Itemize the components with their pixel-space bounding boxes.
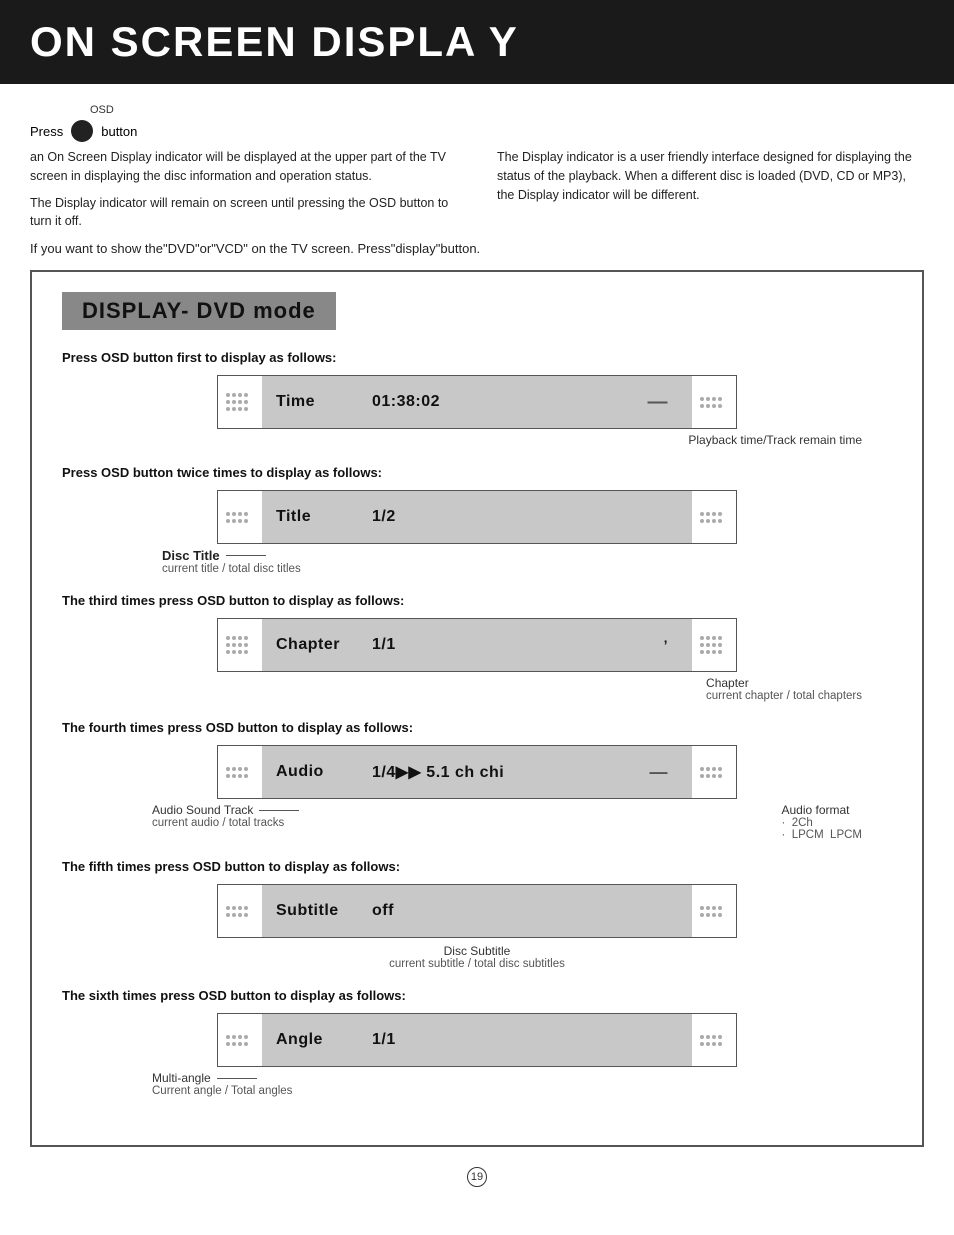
if-you-want: If you want to show the"DVD"or"VCD" on t…	[30, 241, 924, 256]
screen-left-dots-subtitle	[218, 900, 262, 923]
angle-label: Angle	[276, 1031, 356, 1049]
title-screen-center: Title 1/2	[262, 491, 692, 543]
audio-label: Audio	[276, 763, 356, 781]
title-display-screen: Title 1/2	[217, 490, 737, 544]
time-arrow-icon: —	[648, 391, 669, 414]
title-annotation: Disc Title	[162, 548, 892, 563]
title-value: 1/2	[372, 508, 396, 526]
button-text: button	[101, 124, 137, 139]
display-dvd-box: DISPLAY- DVD mode Press OSD button first…	[30, 270, 924, 1147]
multi-angle-text: Multi-angle	[152, 1071, 211, 1085]
display-dvd-header: DISPLAY- DVD mode	[62, 292, 336, 330]
screen-right-dots-time	[692, 391, 736, 414]
time-value: 01:38:02	[372, 393, 440, 411]
subtitle-instruction: The fifth times press OSD button to disp…	[62, 859, 892, 874]
subtitle-annotation-main: Disc Subtitle	[389, 944, 565, 958]
angle-instruction: The sixth times press OSD button to disp…	[62, 988, 892, 1003]
intro-right-para1: The Display indicator is a user friendly…	[497, 148, 924, 204]
page-header: ON SCREEN DISPLA Y	[0, 0, 954, 84]
subtitle-annotation-sub: current subtitle / total disc subtitles	[389, 958, 565, 970]
audio-format-label: Audio format	[781, 803, 862, 817]
subtitle-screen-center: Subtitle off	[262, 885, 692, 937]
angle-annotation: Multi-angle Current angle / Total angles	[152, 1071, 892, 1097]
chapter-annotation: Chapter current chapter / total chapters	[62, 676, 862, 702]
audio-display-screen: Audio 1/4▶▶ 5.1 ch chi —	[217, 745, 737, 799]
intro-right: The Display indicator is a user friendly…	[497, 148, 924, 231]
page-title: ON SCREEN DISPLA Y	[30, 18, 924, 66]
page-number-area: 19	[30, 1167, 924, 1187]
audio-dash-icon: —	[650, 762, 669, 783]
audio-annotations: Audio Sound Track current audio / total …	[152, 803, 862, 841]
chapter-value: 1/1	[372, 636, 396, 654]
title-label: Title	[276, 508, 356, 526]
subtitle-display-screen: Subtitle off	[217, 884, 737, 938]
osd-section-angle: The sixth times press OSD button to disp…	[62, 988, 892, 1097]
osd-button-icon	[71, 120, 93, 142]
subtitle-label: Subtitle	[276, 902, 356, 920]
audio-value: 1/4▶▶ 5.1 ch chi	[372, 762, 504, 782]
osd-label: OSD	[90, 104, 924, 116]
audio-sound-track-label: Audio Sound Track	[152, 803, 299, 817]
audio-screen-center: Audio 1/4▶▶ 5.1 ch chi —	[262, 746, 692, 798]
angle-main-label: Multi-angle	[152, 1071, 892, 1085]
chapter-annotation-sub: current chapter / total chapters	[706, 690, 862, 702]
screen-left-dots-audio	[218, 761, 262, 784]
angle-value: 1/1	[372, 1031, 396, 1049]
audio-instruction: The fourth times press OSD button to dis…	[62, 720, 892, 735]
angle-sub-label: Current angle / Total angles	[152, 1085, 892, 1097]
disc-title-sub: current title / total disc titles	[162, 563, 892, 575]
screen-right-dots-audio	[692, 761, 736, 784]
intro-left-para1: an On Screen Display indicator will be d…	[30, 148, 457, 186]
chapter-instruction: The third times press OSD button to disp…	[62, 593, 892, 608]
screen-right-dots-chapter	[692, 630, 736, 660]
audio-format-values: · 2Ch · LPCM LPCM	[781, 817, 862, 841]
audio-track-dash	[259, 810, 299, 811]
disc-title-dash	[226, 555, 266, 556]
screen-left-dots-time	[218, 387, 262, 417]
title-instruction: Press OSD button twice times to display …	[62, 465, 892, 480]
screen-right-dots-title	[692, 506, 736, 529]
osd-section-audio: The fourth times press OSD button to dis…	[62, 720, 892, 841]
angle-display-screen: Angle 1/1	[217, 1013, 737, 1067]
angle-screen-center: Angle 1/1	[262, 1014, 692, 1066]
osd-section-subtitle: The fifth times press OSD button to disp…	[62, 859, 892, 970]
chapter-screen-center: Chapter 1/1 ’	[262, 619, 692, 671]
time-instruction: Press OSD button first to display as fol…	[62, 350, 892, 365]
press-text: Press	[30, 124, 63, 139]
press-row: Press button	[30, 120, 924, 142]
audio-format-block: Audio format · 2Ch · LPCM LPCM	[781, 803, 862, 841]
audio-track-sub: current audio / total tracks	[152, 817, 299, 829]
screen-left-dots-angle	[218, 1029, 262, 1052]
time-annotation: Playback time/Track remain time	[62, 433, 862, 447]
chapter-display-screen: Chapter 1/1 ’	[217, 618, 737, 672]
multi-angle-dash	[217, 1078, 257, 1079]
chapter-paren-icon: ’	[664, 637, 668, 653]
audio-track-text: Audio Sound Track	[152, 803, 253, 817]
screen-left-dots-chapter	[218, 630, 262, 660]
subtitle-value: off	[372, 902, 394, 920]
subtitle-annotation: Disc Subtitle current subtitle / total d…	[62, 944, 892, 970]
time-annotation-text: Playback time/Track remain time	[688, 433, 862, 447]
page-number-text: 19	[471, 1171, 483, 1183]
intro-left: an On Screen Display indicator will be d…	[30, 148, 457, 231]
page-number-circle: 19	[467, 1167, 487, 1187]
intro-columns: an On Screen Display indicator will be d…	[30, 148, 924, 231]
osd-section-title: Press OSD button twice times to display …	[62, 465, 892, 575]
osd-section-chapter: The third times press OSD button to disp…	[62, 593, 892, 702]
time-display-screen: Time 01:38:02 —	[217, 375, 737, 429]
chapter-annotation-main: Chapter	[706, 676, 862, 690]
screen-left-dots-title	[218, 506, 262, 529]
osd-section-time: Press OSD button first to display as fol…	[62, 350, 892, 447]
screen-right-dots-angle	[692, 1029, 736, 1052]
screen-right-dots-subtitle	[692, 900, 736, 923]
time-label: Time	[276, 393, 356, 411]
chapter-label: Chapter	[276, 636, 356, 654]
time-screen-center: Time 01:38:02 —	[262, 376, 692, 428]
disc-title-label: Disc Title	[162, 548, 220, 563]
intro-left-para2: The Display indicator will remain on scr…	[30, 194, 457, 232]
